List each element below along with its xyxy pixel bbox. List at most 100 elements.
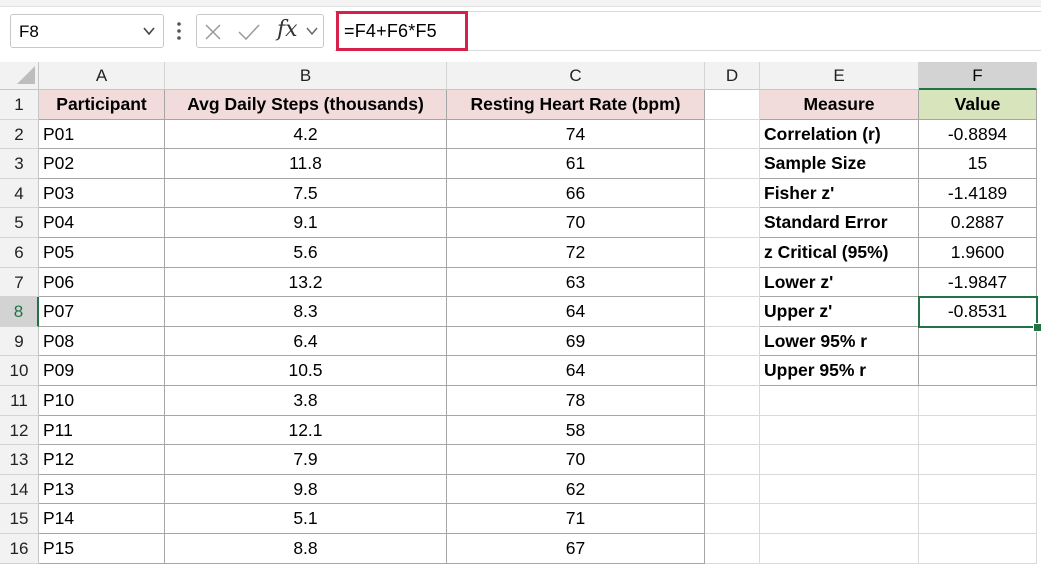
empty-cell[interactable]: [705, 238, 760, 268]
row-header-9[interactable]: 9: [0, 326, 39, 357]
value-cell[interactable]: 15: [919, 149, 1037, 179]
row-header-7[interactable]: 7: [0, 267, 39, 298]
empty-cell[interactable]: [705, 504, 760, 534]
cancel-x-icon[interactable]: [203, 22, 223, 42]
name-box[interactable]: F8: [10, 14, 164, 48]
empty-cell[interactable]: [919, 534, 1037, 564]
heart-rate-cell[interactable]: 66: [447, 178, 705, 209]
data-table-header-cell[interactable]: Participant: [39, 90, 165, 120]
empty-cell[interactable]: [705, 386, 760, 416]
row-header-11[interactable]: 11: [0, 386, 39, 416]
value-cell[interactable]: -0.8894: [919, 119, 1037, 150]
column-header-E[interactable]: E: [760, 62, 919, 90]
steps-cell[interactable]: 3.8: [165, 386, 447, 416]
empty-cell[interactable]: [919, 445, 1037, 475]
participant-cell[interactable]: P09: [39, 356, 165, 386]
fx-icon[interactable]: fx: [277, 17, 298, 42]
heart-rate-cell[interactable]: 74: [447, 119, 705, 150]
heart-rate-cell[interactable]: 64: [447, 297, 705, 327]
row-header-8[interactable]: 8: [0, 297, 39, 327]
row-header-5[interactable]: 5: [0, 208, 39, 238]
column-header-C[interactable]: C: [447, 62, 705, 90]
empty-cell[interactable]: [919, 504, 1037, 534]
steps-cell[interactable]: 7.5: [165, 178, 447, 209]
participant-cell[interactable]: P11: [39, 415, 165, 446]
steps-cell[interactable]: 9.8: [165, 474, 447, 505]
empty-cell[interactable]: [705, 119, 760, 150]
participant-cell[interactable]: P02: [39, 149, 165, 179]
steps-cell[interactable]: 5.1: [165, 504, 447, 534]
empty-cell[interactable]: [919, 474, 1037, 505]
column-header-D[interactable]: D: [705, 62, 760, 90]
value-cell[interactable]: -1.9847: [919, 267, 1037, 298]
steps-cell[interactable]: 11.8: [165, 149, 447, 179]
column-header-F[interactable]: F: [919, 62, 1037, 90]
empty-cell[interactable]: [760, 474, 919, 505]
row-header-4[interactable]: 4: [0, 178, 39, 209]
empty-cell[interactable]: [705, 415, 760, 446]
steps-cell[interactable]: 5.6: [165, 238, 447, 268]
heart-rate-cell[interactable]: 69: [447, 326, 705, 357]
measure-cell[interactable]: Lower z': [760, 267, 919, 298]
steps-cell[interactable]: 7.9: [165, 445, 447, 475]
heart-rate-cell[interactable]: 70: [447, 208, 705, 238]
participant-cell[interactable]: P05: [39, 238, 165, 268]
participant-cell[interactable]: P12: [39, 445, 165, 475]
stats-header-value[interactable]: Value: [919, 90, 1037, 120]
enter-check-icon[interactable]: [237, 22, 261, 42]
empty-cell[interactable]: [705, 297, 760, 327]
value-cell[interactable]: -0.8531: [919, 297, 1037, 327]
participant-cell[interactable]: P01: [39, 119, 165, 150]
row-header-10[interactable]: 10: [0, 356, 39, 386]
column-header-A[interactable]: A: [39, 62, 165, 90]
heart-rate-cell[interactable]: 64: [447, 356, 705, 386]
empty-cell[interactable]: [919, 415, 1037, 446]
steps-cell[interactable]: 4.2: [165, 119, 447, 150]
stats-header-measure[interactable]: Measure: [760, 90, 919, 120]
value-cell[interactable]: [919, 356, 1037, 386]
empty-cell[interactable]: [760, 504, 919, 534]
formula-text[interactable]: =F4+F6*F5: [344, 21, 437, 42]
steps-cell[interactable]: 12.1: [165, 415, 447, 446]
row-header-14[interactable]: 14: [0, 474, 39, 505]
row-header-12[interactable]: 12: [0, 415, 39, 446]
empty-cell[interactable]: [705, 149, 760, 179]
heart-rate-cell[interactable]: 67: [447, 534, 705, 564]
participant-cell[interactable]: P03: [39, 178, 165, 209]
empty-cell[interactable]: [705, 178, 760, 209]
participant-cell[interactable]: P10: [39, 386, 165, 416]
data-table-header-cell[interactable]: Avg Daily Steps (thousands): [165, 90, 447, 120]
measure-cell[interactable]: Sample Size: [760, 149, 919, 179]
column-header-B[interactable]: B: [165, 62, 447, 90]
participant-cell[interactable]: P13: [39, 474, 165, 505]
measure-cell[interactable]: Upper z': [760, 297, 919, 327]
heart-rate-cell[interactable]: 63: [447, 267, 705, 298]
heart-rate-cell[interactable]: 71: [447, 504, 705, 534]
fill-handle[interactable]: [1033, 322, 1041, 332]
heart-rate-cell[interactable]: 70: [447, 445, 705, 475]
value-cell[interactable]: 1.9600: [919, 238, 1037, 268]
empty-cell[interactable]: [760, 415, 919, 446]
empty-cell[interactable]: [705, 356, 760, 386]
participant-cell[interactable]: P06: [39, 267, 165, 298]
steps-cell[interactable]: 9.1: [165, 208, 447, 238]
empty-cell[interactable]: [705, 326, 760, 357]
steps-cell[interactable]: 6.4: [165, 326, 447, 357]
empty-cell[interactable]: [705, 267, 760, 298]
value-cell[interactable]: -1.4189: [919, 178, 1037, 209]
value-cell[interactable]: 0.2887: [919, 208, 1037, 238]
measure-cell[interactable]: Lower 95% r: [760, 326, 919, 357]
empty-cell[interactable]: [760, 534, 919, 564]
row-header-1[interactable]: 1: [0, 90, 39, 120]
empty-cell[interactable]: [705, 90, 760, 120]
empty-cell[interactable]: [705, 208, 760, 238]
steps-cell[interactable]: 10.5: [165, 356, 447, 386]
measure-cell[interactable]: Correlation (r): [760, 119, 919, 150]
heart-rate-cell[interactable]: 58: [447, 415, 705, 446]
value-cell[interactable]: [919, 326, 1037, 357]
empty-cell[interactable]: [919, 386, 1037, 416]
row-header-2[interactable]: 2: [0, 119, 39, 150]
steps-cell[interactable]: 8.3: [165, 297, 447, 327]
row-header-6[interactable]: 6: [0, 238, 39, 268]
participant-cell[interactable]: P14: [39, 504, 165, 534]
